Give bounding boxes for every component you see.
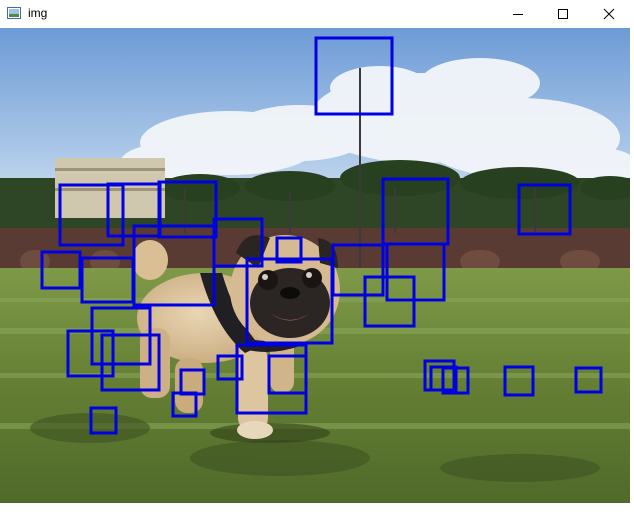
canvas-bottom-edge [0,503,634,514]
window-title: img [28,6,48,20]
minimize-button[interactable] [495,0,541,28]
close-icon [603,8,615,20]
canvas-right-edge [630,28,634,514]
minimize-icon [512,8,524,20]
maximize-icon [557,8,569,20]
image-window: img [0,0,634,514]
close-button[interactable] [586,0,632,28]
maximize-button[interactable] [540,0,586,28]
title-bar[interactable]: img [0,0,634,28]
photo-with-detections [0,28,630,503]
image-window-icon [7,6,21,20]
image-canvas[interactable] [0,28,634,514]
